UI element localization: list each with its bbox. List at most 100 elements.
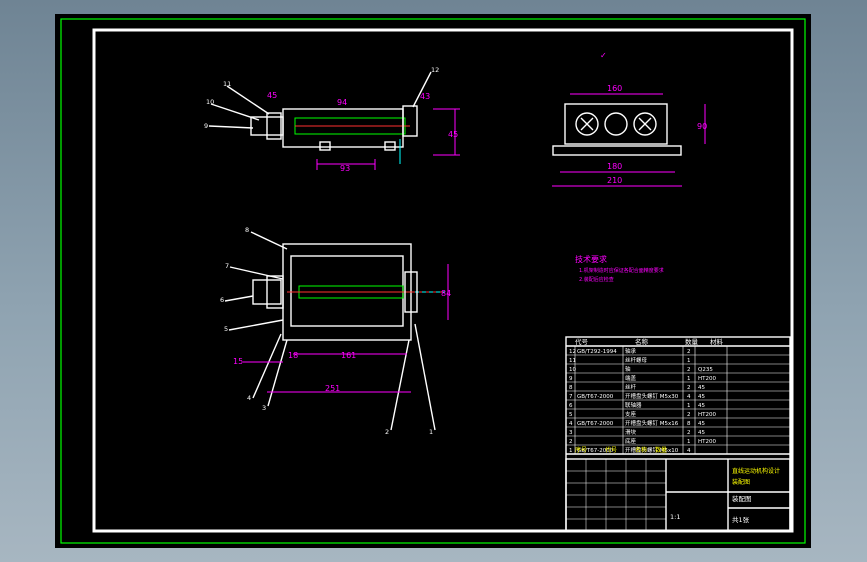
bom-cell-name: 轴承 [625, 347, 637, 355]
bom-cell-no: 12 [569, 349, 576, 355]
callout-2: 2 [385, 428, 389, 436]
cad-drawing: 11 10 9 12 93 45 94 43 45 ✓ 160 180 210 [60, 18, 806, 544]
bom-cell-qty: 2 [687, 430, 691, 436]
drawing-sheet: 11 10 9 12 93 45 94 43 45 ✓ 160 180 210 [55, 14, 811, 548]
bom-cell-name: 轴 [625, 365, 631, 373]
foot-right [384, 141, 396, 151]
dim-251: 251 [325, 384, 340, 393]
callout-12: 12 [431, 66, 439, 74]
hole-center [604, 112, 628, 136]
dim-90: 90 [697, 122, 707, 131]
callout-11: 11 [223, 80, 231, 88]
bom-cell-no: 2 [569, 439, 573, 445]
leader-11 [226, 85, 270, 115]
leader-1 [414, 323, 436, 431]
side-body [564, 103, 668, 145]
side-view: ✓ 160 180 210 90 [552, 51, 707, 187]
callout-5: 5 [224, 325, 228, 333]
bom-cell-material: HT200 [698, 439, 716, 445]
hole-cross [580, 117, 652, 131]
bom-cell-name: 开槽盘头螺钉 M5x30 [625, 392, 679, 400]
bom-cell-name: 丝杆 [625, 383, 637, 391]
inner-frame [92, 28, 794, 533]
dim-15: 15 [233, 357, 243, 366]
dim-43: 43 [420, 92, 430, 101]
leader-5 [228, 319, 284, 331]
bom-cell-qty: 2 [687, 349, 691, 355]
notes-line-1: 1.机架制造时应保证各配合面精度要求 [579, 267, 664, 274]
frame-inner [290, 255, 404, 327]
leader-7 [229, 266, 284, 280]
bom-frame [565, 336, 791, 532]
bom-cell-qty: 1 [687, 376, 691, 382]
bom-cell-material: HT200 [698, 376, 716, 382]
callout-7: 7 [225, 262, 229, 270]
leader-9 [208, 125, 254, 129]
title-line-2: 装配图 [732, 478, 750, 486]
bom-cell-no: 4 [569, 421, 573, 427]
dim-84: 84 [441, 289, 451, 298]
sheet-count: 共1张 [732, 515, 750, 524]
callout-4: 4 [247, 394, 251, 402]
leader-10 [210, 103, 260, 121]
bom-cell-qty: 1 [687, 358, 691, 364]
bom-h-qty: 数量 [685, 337, 699, 346]
bom-f-qty: 数量 [655, 446, 667, 454]
dim-93: 93 [340, 164, 350, 173]
leader-8 [250, 231, 288, 250]
bom-cell-material: HT200 [698, 412, 716, 418]
bom-f-no: 序号 [575, 446, 587, 454]
bom-h-name: 名称 [635, 337, 649, 346]
foot-left [319, 141, 331, 151]
bom-cell-material: 45 [698, 403, 705, 409]
bom-cell-name: 丝杆螺母 [625, 356, 648, 364]
bom-cell-code: GB/T67-2000 [577, 394, 614, 400]
dim-161: 161 [341, 351, 356, 360]
dim-45-top: 45 [267, 91, 277, 100]
bom-cell-qty: 1 [687, 403, 691, 409]
notes-line-2: 2.装配后应检查 [579, 276, 614, 283]
bom-cell-code: GB/T292-1994 [577, 349, 617, 355]
bom-cell-material: 45 [698, 430, 705, 436]
bom-cell-no: 7 [569, 394, 573, 400]
title-line-1: 直线运动机构设计 [732, 467, 780, 475]
bom-cell-name: 支座 [625, 410, 637, 418]
bom-f-code: 代号 [605, 446, 617, 454]
dim-180: 180 [607, 162, 622, 171]
bom-h-material: 材料 [710, 337, 724, 346]
side-base [552, 145, 682, 156]
datum-mark: ✓ [600, 51, 607, 60]
bom-f-name: 名称 [635, 446, 647, 454]
bom-cell-name: 端盖 [625, 374, 637, 382]
bom-cell-no: 3 [569, 430, 573, 436]
bom-cell-no: 6 [569, 403, 573, 409]
bom-h-code: 代号 [575, 337, 589, 346]
bom-cell-no: 5 [569, 412, 573, 418]
callout-3: 3 [262, 404, 266, 412]
dim-160: 160 [607, 84, 622, 93]
bom-cell-material: 45 [698, 394, 705, 400]
bom-cell-qty: 4 [687, 394, 691, 400]
bom-cell-code: GB/T67-2000 [577, 421, 614, 427]
scale: 1:1 [670, 513, 680, 521]
callout-1: 1 [429, 428, 433, 436]
dim-94: 94 [337, 98, 347, 107]
dim-45-height: 45 [448, 130, 458, 139]
leader-6 [224, 295, 254, 302]
bom-cell-no: 9 [569, 376, 573, 382]
title-block: 直线运动机构设计 装配图 装配图 1:1 共1张 [565, 458, 791, 532]
bom-cell-qty: 1 [687, 439, 691, 445]
outer-frame [60, 18, 806, 544]
bom-table: 代号 名称 数量 材料 12 GB/T292-1994 轴承 211 丝杆螺母 110 轴 2… [565, 336, 791, 532]
bom-cell-qty: 4 [687, 448, 691, 454]
bom-cell-name: 开槽盘头螺钉 M5x16 [625, 419, 679, 427]
front-view: 8 7 6 5 4 3 2 1 15 18 161 251 84 [220, 226, 451, 436]
leader-3 [267, 339, 288, 407]
callout-8: 8 [245, 226, 249, 234]
bom-rows: 12 GB/T292-1994 轴承 211 丝杆螺母 110 轴 2 Q2359 端盖 1 HT20… [566, 346, 790, 455]
bom-cell-no: 1 [569, 448, 573, 454]
dim-18: 18 [288, 351, 298, 360]
bom-cell-qty: 2 [687, 367, 691, 373]
bom-cell-name: 滑块 [625, 428, 637, 436]
bom-cell-name: 联轴器 [625, 401, 642, 409]
